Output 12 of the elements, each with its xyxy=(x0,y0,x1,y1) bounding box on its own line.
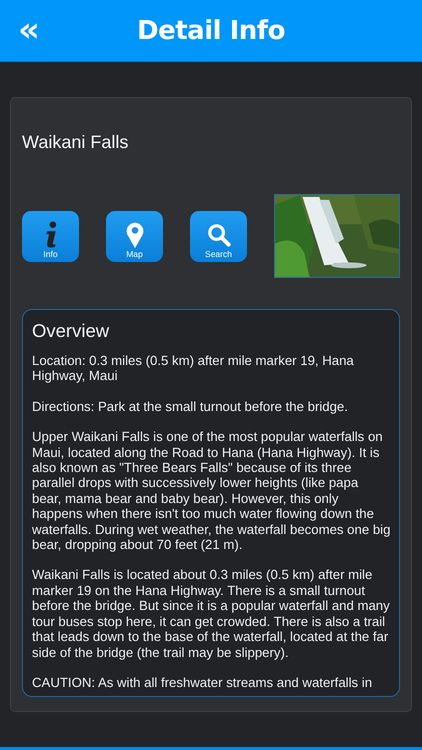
overview-paragraph: Directions: Park at the small turnout before the bridge. xyxy=(32,398,349,414)
overview-paragraph: Upper Waikani Falls is one of the most popular waterfalls on Maui, located along the Road to Hana (Hana Highway). It is also known as "Three Bears Falls" because of its three parallel drops with successively lower heights (like papa bear, mama bear and baby bear). However, this only happens when there isn't too much water flowing down the waterfalls. During wet weather, the waterfall becomes one big bear, dropping about 70 feet (21 m). xyxy=(32,429,391,552)
back-button[interactable]: « xyxy=(14,12,44,48)
info-button[interactable]: Info xyxy=(22,210,79,262)
page-title: Detail Info xyxy=(137,16,285,46)
overview-paragraph: Waikani Falls is located about 0.3 miles (0.5 km) after mile marker 19 on the Hana Highway. There is a small turnout before the bridge. But since it is a popular waterfall and many tour buses stop here, it can get crowded. There is also a trail that leads down to the base of the waterfall, located at the far side of the bridge (the trail may be slippery). xyxy=(32,567,391,660)
overview-paragraph: CAUTION: As with all freshwater streams and waterfalls in xyxy=(32,674,374,690)
overview-paragraph: Location: 0.3 miles (0.5 km) after mile marker 19, Hana Highway, Maui xyxy=(32,353,355,384)
overview-heading: Overview xyxy=(32,320,110,342)
map-button[interactable]: Map xyxy=(106,210,163,262)
search-button[interactable]: Search xyxy=(190,210,247,262)
place-title: Waikani Falls xyxy=(22,132,130,153)
